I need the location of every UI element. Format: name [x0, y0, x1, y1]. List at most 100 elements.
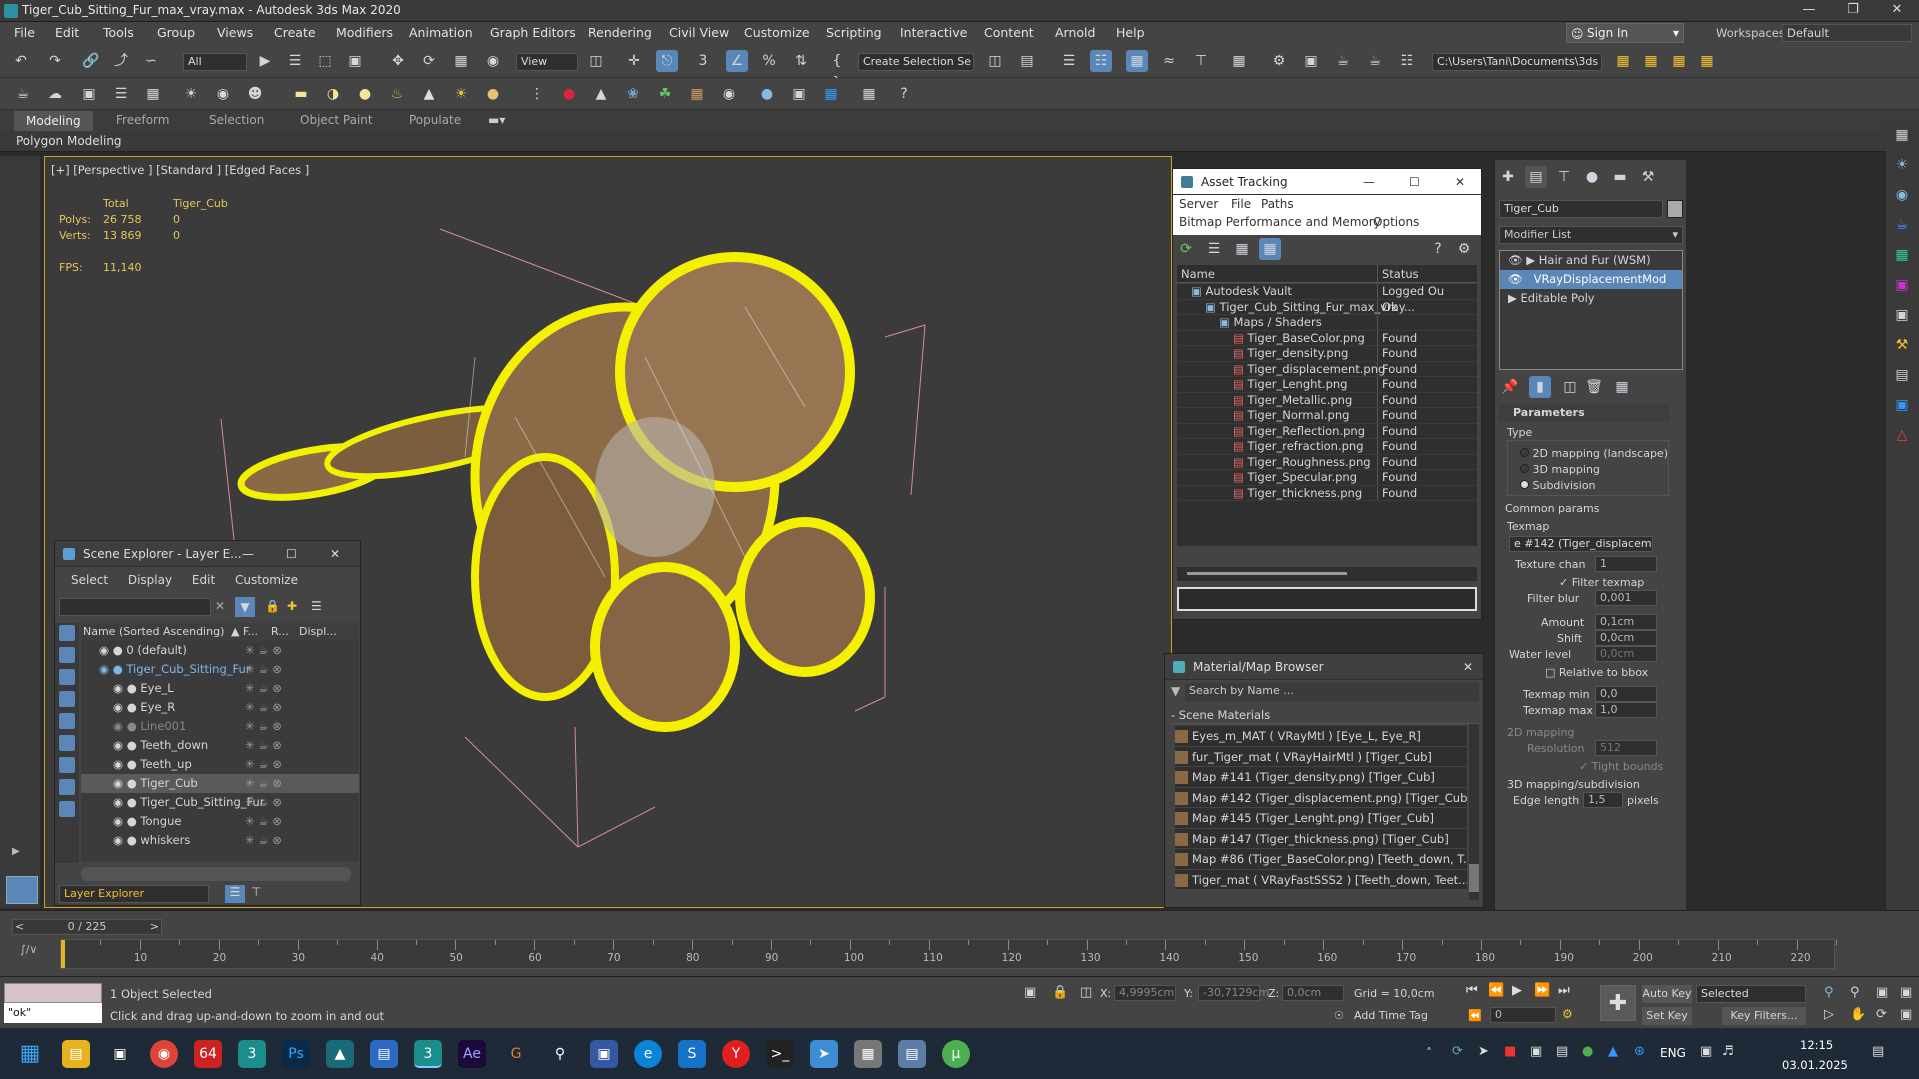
- display-spacewarps-icon[interactable]: [59, 757, 75, 773]
- eye-icon[interactable]: 👁: [1508, 272, 1523, 286]
- volume-icon[interactable]: ❀: [622, 83, 644, 105]
- link-icon[interactable]: 🔗: [80, 50, 102, 72]
- nodes-icon[interactable]: ◉: [718, 83, 740, 105]
- reference-coord-dropdown[interactable]: View: [516, 53, 578, 71]
- material-editor-icon[interactable]: ▦: [1228, 50, 1250, 72]
- filter-texmap-checkbox[interactable]: ✓ Filter texmap: [1559, 576, 1644, 589]
- undo-icon[interactable]: ↶: [10, 50, 32, 72]
- maximize-button[interactable]: ❐: [1831, 0, 1875, 22]
- teapot-icon[interactable]: ☕: [12, 83, 34, 105]
- 3dsmax-2020-icon[interactable]: 3: [414, 1040, 442, 1068]
- redo-icon[interactable]: ↷: [44, 50, 66, 72]
- se-col-name[interactable]: Name (Sorted Ascending): [83, 623, 224, 641]
- windows-start-icon[interactable]: ▦: [16, 1040, 44, 1068]
- se-row-flags[interactable]: ✳ ☕ ⊗: [245, 774, 282, 793]
- absolute-mode-icon[interactable]: ◫: [1080, 985, 1092, 1000]
- se-row-flags[interactable]: ✳ ☕ ⊗: [245, 717, 282, 736]
- material-sphere-icon[interactable]: ●: [756, 83, 778, 105]
- object-color-swatch[interactable]: [1667, 200, 1683, 218]
- tight-bounds-checkbox[interactable]: ✓ Tight bounds: [1579, 760, 1663, 773]
- zoom-extents-icon[interactable]: ▣: [1876, 985, 1888, 1000]
- tray-telegram-icon[interactable]: ➤: [1478, 1044, 1489, 1059]
- list-view-icon[interactable]: ☰: [1203, 238, 1225, 260]
- tray-monitor-icon[interactable]: ▤: [1556, 1044, 1568, 1059]
- visibility-eye-icon[interactable]: ◉ ●: [113, 719, 140, 733]
- se-row[interactable]: ◉ ● Eye_R ✳ ☕ ⊗: [81, 698, 359, 717]
- timeline-ruler[interactable]: 10 20 30 40 50 60 70 80 90 100 110 120 130 140 150 160 1…: [60, 939, 1837, 969]
- play-icon[interactable]: ▶: [1512, 983, 1522, 998]
- yandex-icon[interactable]: Y: [722, 1040, 750, 1068]
- menu-customize[interactable]: Customize: [744, 25, 810, 40]
- grass-icon[interactable]: ☘: [654, 83, 676, 105]
- decal-icon[interactable]: ▲: [590, 83, 612, 105]
- z-coord-field[interactable]: 0,0cm: [1282, 985, 1344, 1001]
- set-key-button[interactable]: Set Key: [1642, 1007, 1692, 1025]
- folder-app-icon[interactable]: ▤: [898, 1040, 926, 1068]
- material-item[interactable]: Map #141 (Tiger_density.png) [Tiger_Cub]: [1175, 767, 1467, 788]
- project-settings-icon[interactable]: ▦: [1696, 50, 1718, 72]
- texture-icon[interactable]: ▦: [686, 83, 708, 105]
- calculator-icon[interactable]: ▦: [854, 1040, 882, 1068]
- at-horizontal-scrollbar[interactable]: [1177, 567, 1477, 581]
- layout-icon[interactable]: ▤: [1891, 364, 1913, 386]
- display-helpers-icon[interactable]: [59, 735, 75, 751]
- se-row[interactable]: ◉ ● Teeth_up ✳ ☕ ⊗: [81, 755, 359, 774]
- at-row[interactable]: ▤ Tiger_Normal.png Found: [1177, 408, 1477, 424]
- tray-red-icon[interactable]: ■: [1504, 1044, 1516, 1059]
- display-cameras-icon[interactable]: [59, 713, 75, 729]
- minimize-icon[interactable]: —: [1363, 169, 1375, 195]
- key-selected-dropdown[interactable]: Selected: [1696, 985, 1806, 1003]
- keyboard-shortcut-override-icon[interactable]: ⎋: [656, 50, 678, 72]
- visibility-eye-icon[interactable]: ◉ ●: [113, 738, 140, 752]
- motion-tab-icon[interactable]: ●: [1581, 166, 1603, 188]
- percent-snap-icon[interactable]: %: [758, 50, 780, 72]
- unlink-icon[interactable]: ⤴: [110, 50, 132, 72]
- time-tag-icon[interactable]: ☉: [1334, 1009, 1344, 1022]
- tray-bluetooth-icon[interactable]: ⊛: [1634, 1044, 1645, 1059]
- align-icon[interactable]: ▤: [1016, 50, 1038, 72]
- stack-item-editable-poly[interactable]: ▶ Editable Poly: [1500, 289, 1682, 308]
- se-row[interactable]: ◉ ● Line001 ✳ ☕ ⊗: [81, 717, 359, 736]
- red-bug-icon[interactable]: △: [1891, 424, 1913, 446]
- tray-volume-icon[interactable]: ♬: [1722, 1044, 1734, 1059]
- filter-blur-spinner[interactable]: 0,001: [1595, 590, 1657, 606]
- blue-cube-icon[interactable]: ▣: [1891, 394, 1913, 416]
- se-row-flags[interactable]: ✳ ☕ ⊗: [245, 793, 282, 812]
- visibility-eye-icon[interactable]: ◉ ●: [99, 643, 126, 657]
- at-menu-bitmap-performance[interactable]: Bitmap Performance and Memory: [1179, 215, 1381, 229]
- clock-date[interactable]: 03.01.2025: [1782, 1058, 1848, 1072]
- material-item[interactable]: Tiger_mat ( VRayFastSSS2 ) [Teeth_down, …: [1175, 869, 1467, 890]
- grid-icon[interactable]: ▦: [1891, 244, 1913, 266]
- menu-edit[interactable]: Edit: [55, 25, 79, 40]
- se-col-render[interactable]: R...: [271, 623, 289, 641]
- sun-icon[interactable]: ☀: [450, 83, 472, 105]
- radio-3d-mapping[interactable]: 3D mapping: [1520, 463, 1600, 476]
- time-config-icon[interactable]: ⚙: [1562, 1007, 1573, 1021]
- toggle-scene-explorer-icon[interactable]: ☰: [1058, 50, 1080, 72]
- maximize-icon[interactable]: ☐: [286, 541, 297, 567]
- at-row[interactable]: ▤ Tiger_refraction.png Found: [1177, 439, 1477, 455]
- render-setup-icon[interactable]: ⚙: [1268, 50, 1290, 72]
- polygon-modeling-label[interactable]: Polygon Modeling: [16, 134, 122, 148]
- display-geometry-icon[interactable]: [59, 647, 75, 663]
- file-explorer-icon[interactable]: ▤: [62, 1040, 90, 1068]
- bind-spacewarp-icon[interactable]: ∽: [140, 50, 162, 72]
- remove-modifier-icon[interactable]: 🗑: [1583, 376, 1605, 398]
- se-row-flags[interactable]: ✳ ☕ ⊗: [245, 812, 282, 831]
- render-icon[interactable]: ▦: [820, 83, 842, 105]
- configure-sets-icon[interactable]: ▦: [1611, 376, 1633, 398]
- at-row[interactable]: ▣ Tiger_Cub_Sitting_Fur_max_vray... Ok: [1177, 299, 1477, 315]
- dome-icon[interactable]: ◑: [322, 83, 344, 105]
- current-frame-field[interactable]: 0: [1490, 1007, 1556, 1023]
- tab-object-paint[interactable]: Object Paint: [300, 113, 373, 127]
- angle-snap-icon[interactable]: ∠: [726, 50, 748, 72]
- modifier-list-dropdown[interactable]: Modifier List ▾: [1499, 226, 1683, 244]
- material-item[interactable]: Map #147 (Tiger_thickness.png) [Tiger_Cu…: [1175, 828, 1467, 849]
- object-name-field[interactable]: Tiger_Cub: [1499, 200, 1663, 218]
- se-menu-edit[interactable]: Edit: [192, 573, 215, 587]
- light-icon[interactable]: ☀: [1891, 154, 1913, 176]
- display-shapes-icon[interactable]: [59, 669, 75, 685]
- create-project-icon[interactable]: ▦: [1668, 50, 1690, 72]
- at-row[interactable]: ▤ Tiger_Lenght.png Found: [1177, 377, 1477, 393]
- tab-selection[interactable]: Selection: [209, 113, 264, 127]
